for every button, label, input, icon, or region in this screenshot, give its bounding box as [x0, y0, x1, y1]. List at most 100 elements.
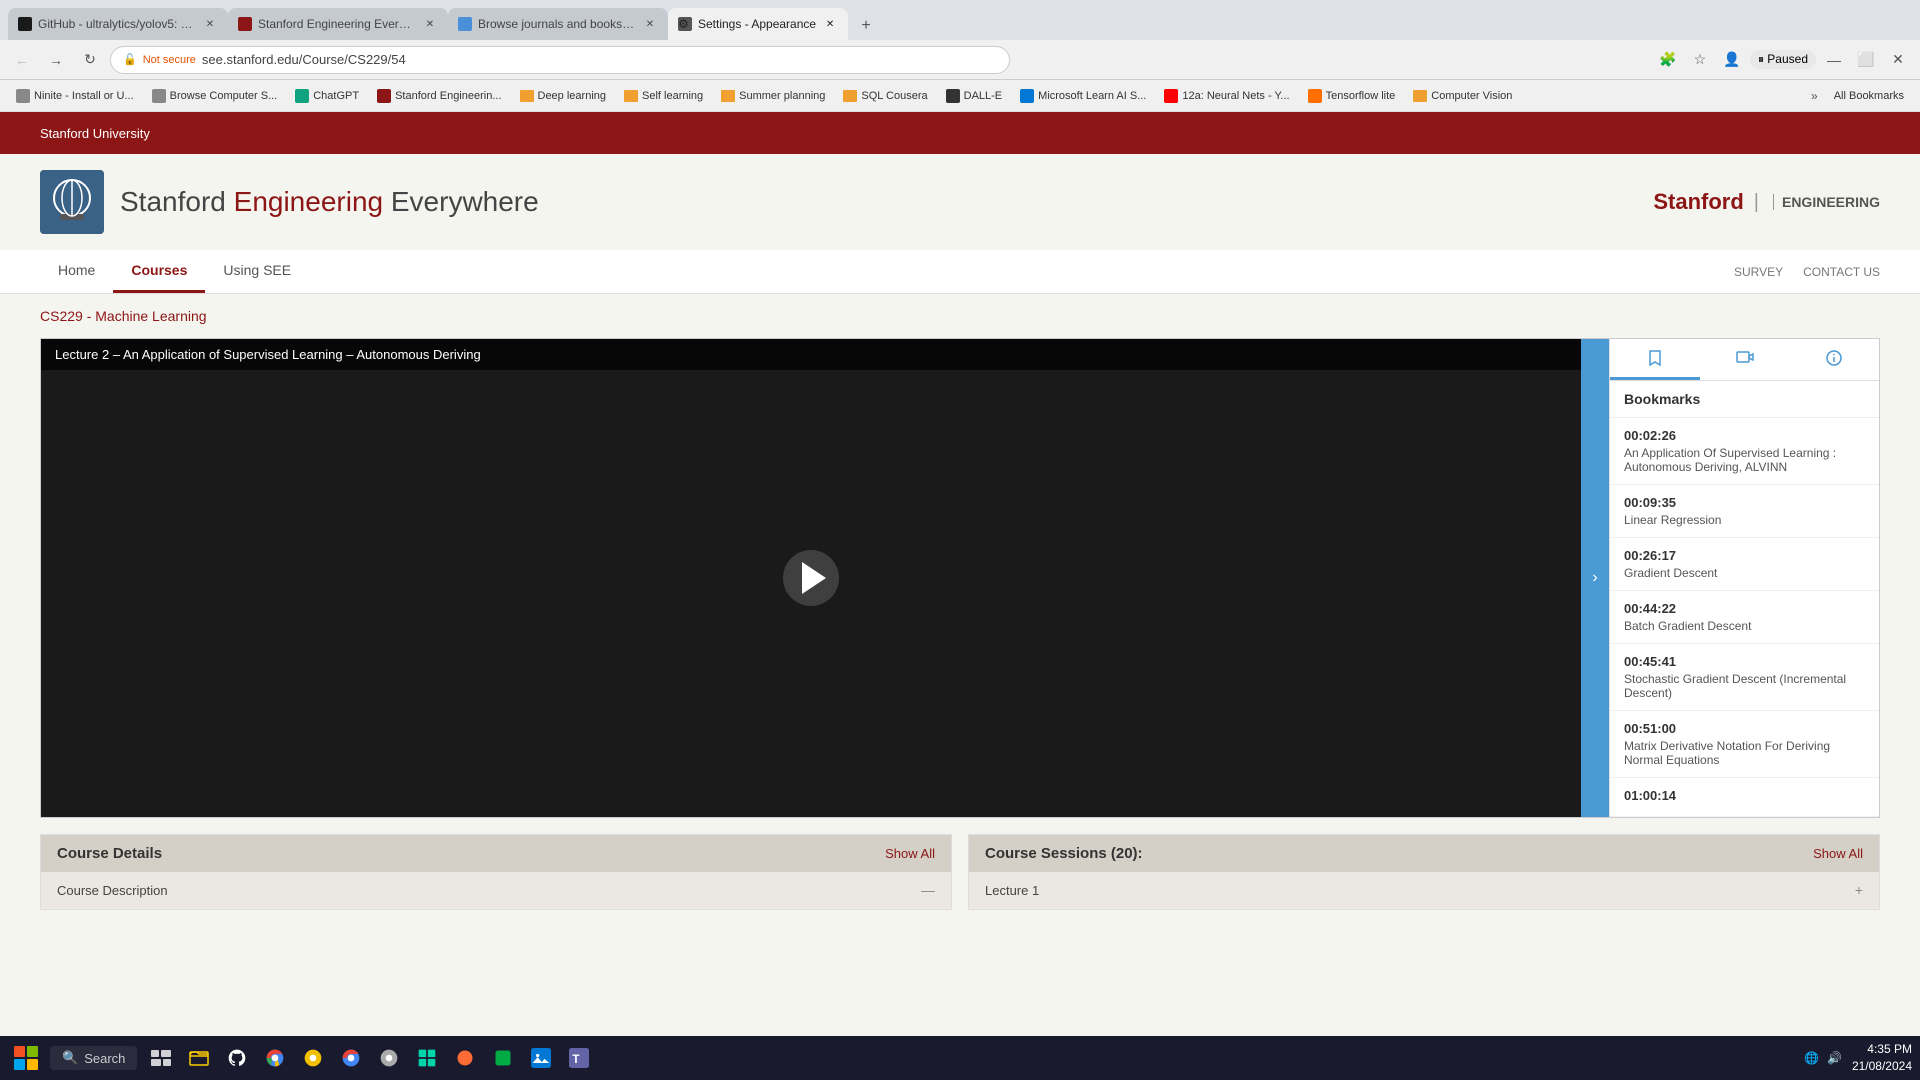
stanford-university-link[interactable]: Stanford University — [40, 126, 150, 141]
bookmark-entry-6[interactable]: 00:51:00 Matrix Derivative Notation For … — [1610, 711, 1879, 778]
taskbar-photos[interactable] — [523, 1040, 559, 1076]
bookmark-entry-4[interactable]: 00:44:22 Batch Gradient Descent — [1610, 591, 1879, 644]
bookmark-dalle[interactable]: DALL-E — [938, 87, 1011, 105]
bookmark-chatgpt[interactable]: ChatGPT — [287, 87, 367, 105]
paused-button[interactable]: ⏸ Paused — [1750, 50, 1816, 69]
page-content: Stanford University Stanford Engineering… — [0, 112, 1920, 930]
bookmark-tensorflow[interactable]: Tensorflow lite — [1300, 87, 1404, 105]
bookmark-time-3: 00:26:17 — [1624, 548, 1865, 563]
taskbar-chrome-dev[interactable] — [257, 1040, 293, 1076]
all-bookmarks-button[interactable]: All Bookmarks — [1826, 88, 1912, 104]
bookmark-entry-7[interactable]: 01:00:14 — [1610, 778, 1879, 817]
bookmark-ninite[interactable]: Ninite - Install or U... — [8, 87, 142, 105]
course-details-title: Course Details — [57, 845, 162, 862]
star-icon[interactable]: ☆ — [1686, 46, 1714, 74]
bookmark-deep-learning[interactable]: Deep learning — [512, 88, 615, 104]
tab-title-4: Settings - Appearance — [698, 17, 816, 31]
course-description-item[interactable]: Course Description — — [41, 872, 951, 909]
minimize-button[interactable]: — — [1820, 46, 1848, 74]
reload-button[interactable]: ↻ — [76, 46, 104, 74]
bookmark-neural[interactable]: 12a: Neural Nets - Y... — [1156, 87, 1297, 105]
taskbar-network-icon[interactable]: 🌐 — [1804, 1051, 1819, 1065]
bookmark-entry-3[interactable]: 00:26:17 Gradient Descent — [1610, 538, 1879, 591]
taskbar-task-view[interactable] — [143, 1040, 179, 1076]
taskbar-time[interactable]: 4:35 PM 21/08/2024 — [1852, 1041, 1912, 1075]
bookmark-favicon-8 — [1308, 89, 1322, 103]
bookmark-entry-1[interactable]: 00:02:26 An Application Of Supervised Le… — [1610, 418, 1879, 485]
bookmarks-list: 00:02:26 An Application Of Supervised Le… — [1610, 418, 1879, 817]
tab-close-3[interactable]: ✕ — [642, 16, 658, 32]
tab-4[interactable]: ⚙ Settings - Appearance ✕ — [668, 8, 848, 40]
bookmark-entry-2[interactable]: 00:09:35 Linear Regression — [1610, 485, 1879, 538]
course-details-box: Course Details Show All Course Descripti… — [40, 834, 952, 910]
back-button[interactable]: ← — [8, 46, 36, 74]
bookmark-self-learning[interactable]: Self learning — [616, 88, 711, 104]
address-bar: ← → ↻ 🔓 Not secure see.stanford.edu/Cour… — [0, 40, 1920, 80]
win-square-blue — [14, 1059, 25, 1070]
tab-3[interactable]: Browse journals and books | Sc... ✕ — [448, 8, 668, 40]
bookmark-stanford[interactable]: Stanford Engineerin... — [369, 87, 509, 105]
nav-courses[interactable]: Courses — [113, 250, 205, 293]
taskbar-search[interactable]: 🔍 Search — [50, 1046, 137, 1070]
new-tab-button[interactable]: + — [852, 12, 880, 40]
course-details-header: Course Details Show All — [41, 835, 951, 872]
play-button[interactable] — [783, 550, 839, 606]
restore-button[interactable]: ⬜ — [1852, 46, 1880, 74]
panel-tab-video[interactable] — [1700, 339, 1790, 380]
taskbar-chrome-canary[interactable] — [295, 1040, 331, 1076]
lecture-1-item[interactable]: Lecture 1 + — [969, 872, 1879, 909]
start-button[interactable] — [8, 1040, 44, 1076]
panel-tab-info[interactable] — [1789, 339, 1879, 380]
taskbar-github[interactable] — [219, 1040, 255, 1076]
taskbar-teams[interactable]: T — [561, 1040, 597, 1076]
bookmark-favicon-2 — [152, 89, 166, 103]
bookmark-ms-learn[interactable]: Microsoft Learn AI S... — [1012, 87, 1154, 105]
taskbar: 🔍 Search T 🌐 🔊 4:35 PM 21/08/20 — [0, 1036, 1920, 1080]
taskbar-chromium[interactable] — [371, 1040, 407, 1076]
bookmark-desc-6: Matrix Derivative Notation For Deriving … — [1624, 739, 1865, 767]
extensions-icon[interactable]: 🧩 — [1654, 46, 1682, 74]
bookmark-entry-5[interactable]: 00:45:41 Stochastic Gradient Descent (In… — [1610, 644, 1879, 711]
nav-survey[interactable]: SURVEY — [1734, 265, 1783, 279]
stanford-red-bar: Stanford University — [0, 112, 1920, 154]
bookmarks-more-button[interactable]: » — [1805, 87, 1824, 105]
tab-close-4[interactable]: ✕ — [822, 16, 838, 32]
bookmark-sql[interactable]: SQL Cousera — [835, 88, 935, 104]
course-details-show-all[interactable]: Show All — [885, 846, 935, 861]
taskbar-app3[interactable] — [485, 1040, 521, 1076]
bookmark-time-5: 00:45:41 — [1624, 654, 1865, 669]
tab-favicon-1 — [18, 17, 32, 31]
tab-2[interactable]: Stanford Engineering Everywhe... ✕ — [228, 8, 448, 40]
forward-button[interactable]: → — [42, 46, 70, 74]
close-button[interactable]: ✕ — [1884, 46, 1912, 74]
bookmark-cv[interactable]: Computer Vision — [1405, 88, 1520, 104]
tab-1[interactable]: GitHub - ultralytics/yolov5: YO... ✕ — [8, 8, 228, 40]
tab-close-2[interactable]: ✕ — [422, 16, 438, 32]
course-sessions-show-all[interactable]: Show All — [1813, 846, 1863, 861]
address-input[interactable]: 🔓 Not secure see.stanford.edu/Course/CS2… — [110, 46, 1010, 74]
main-content: Lecture 2 – An Application of Supervised… — [0, 338, 1920, 930]
taskbar-volume-icon[interactable]: 🔊 — [1827, 1051, 1842, 1065]
video-play-area[interactable] — [41, 339, 1581, 817]
taskbar-app1[interactable] — [409, 1040, 445, 1076]
breadcrumb: CS229 - Machine Learning — [0, 294, 1920, 338]
nav-contact[interactable]: CONTACT US — [1803, 265, 1880, 279]
engineering-word: ENGINEERING — [1773, 194, 1880, 210]
panel-tab-bookmark[interactable] — [1610, 339, 1700, 380]
video-container: Lecture 2 – An Application of Supervised… — [41, 339, 1581, 817]
profile-icon[interactable]: 👤 — [1718, 46, 1746, 74]
taskbar-chrome-2[interactable] — [333, 1040, 369, 1076]
tab-close-1[interactable]: ✕ — [202, 16, 218, 32]
nav-home[interactable]: Home — [40, 250, 113, 293]
taskbar-app2[interactable] — [447, 1040, 483, 1076]
taskbar-explorer[interactable] — [181, 1040, 217, 1076]
nav-using-see[interactable]: Using SEE — [205, 250, 309, 293]
security-icon: 🔓 — [123, 53, 137, 66]
video-title-bar: Lecture 2 – An Application of Supervised… — [41, 339, 1581, 370]
bookmark-summer[interactable]: Summer planning — [713, 88, 833, 104]
address-text[interactable]: see.stanford.edu/Course/CS229/54 — [202, 52, 406, 67]
bookmark-computer[interactable]: Browse Computer S... — [144, 87, 286, 105]
breadcrumb-text[interactable]: CS229 - Machine Learning — [40, 308, 207, 324]
panel-toggle-button[interactable]: › — [1581, 339, 1609, 817]
bookmark-label-9: DALL-E — [964, 90, 1003, 102]
